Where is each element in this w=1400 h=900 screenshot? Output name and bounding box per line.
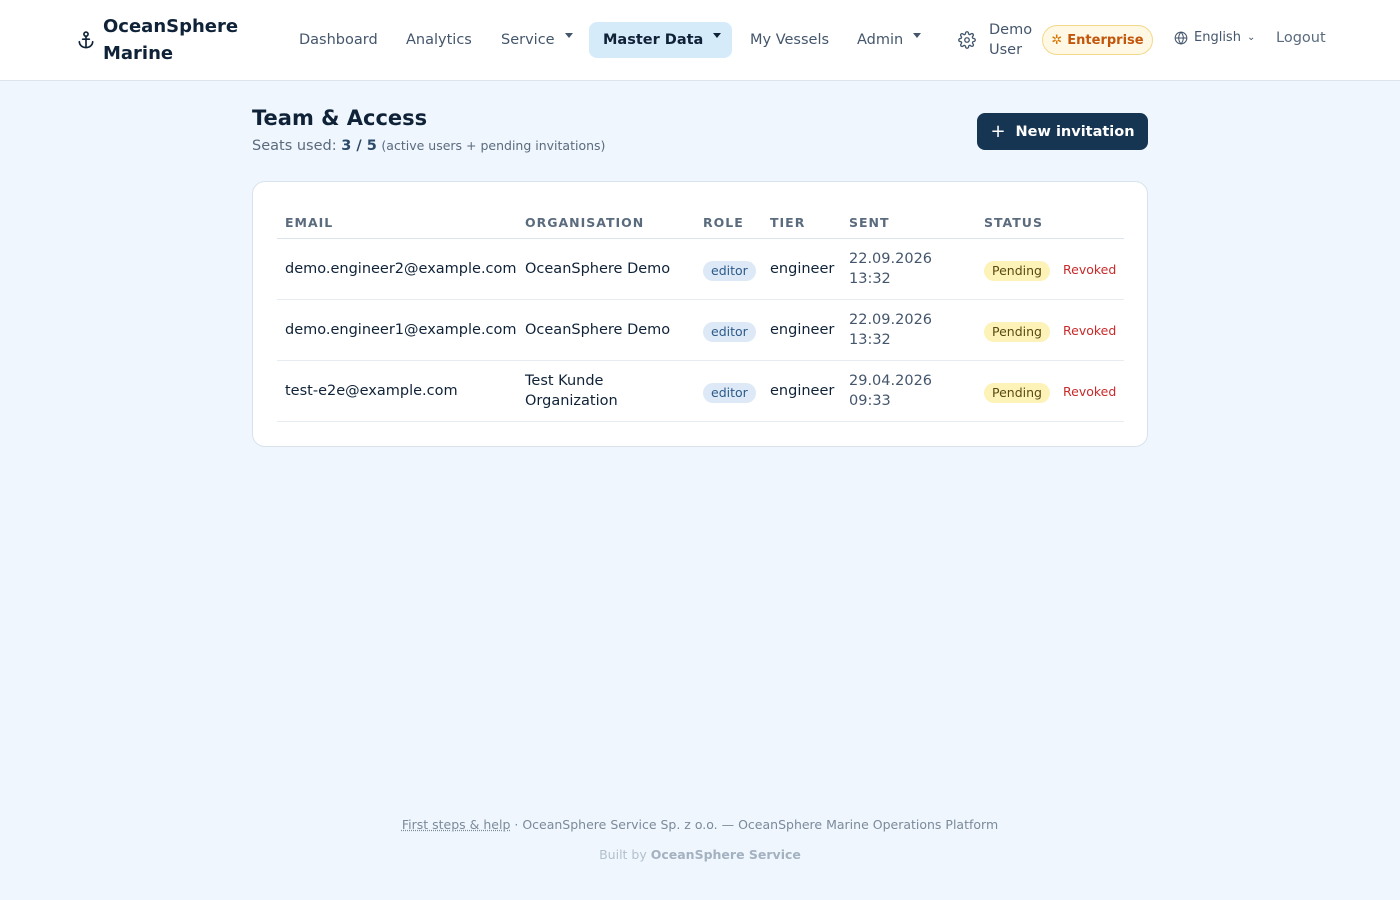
new-invitation-button[interactable]: + New invitation <box>977 113 1148 150</box>
built-by-prefix: Built by <box>599 847 651 862</box>
footer-links: First steps & help · OceanSphere Service… <box>0 817 1400 832</box>
role-badge: editor <box>703 261 756 281</box>
nav-analytics[interactable]: Analytics <box>392 22 486 58</box>
nav-dashboard[interactable]: Dashboard <box>285 22 392 58</box>
role-badge: editor <box>703 322 756 342</box>
sent-cell: 29.04.2026 09:33 <box>849 373 933 409</box>
table-row: test-e2e@example.com Test Kunde Organiza… <box>277 361 1124 422</box>
footer-company: · OceanSphere Service Sp. z o.o. — Ocean… <box>510 817 999 832</box>
seats-label: Seats used: <box>252 138 337 154</box>
caret-down-icon <box>913 32 922 38</box>
language-label: English <box>1194 30 1241 45</box>
nav-dashboard-label: Dashboard <box>299 32 378 48</box>
nav-service-label: Service <box>501 32 555 48</box>
column-header-status: STATUS <box>984 215 1043 230</box>
user-name[interactable]: Demo User <box>989 20 1037 60</box>
sent-cell: 22.09.2026 13:32 <box>849 312 933 348</box>
column-header-role: ROLE <box>703 215 744 230</box>
language-selector[interactable]: English ⌄ <box>1174 30 1255 45</box>
status-badge: Pending <box>984 322 1050 342</box>
nav-my-vessels-label: My Vessels <box>750 32 830 48</box>
sparkle-icon: ✲ <box>1051 32 1063 48</box>
top-navbar: OceanSphere Marine Dashboard Analytics S… <box>0 0 1400 81</box>
revoke-action[interactable]: Revoked <box>1063 262 1116 277</box>
nav-my-vessels[interactable]: My Vessels <box>736 22 843 58</box>
help-link[interactable]: First steps & help <box>402 817 511 832</box>
table-row: demo.engineer1@example.com OceanSphere D… <box>277 300 1124 361</box>
caret-down-icon <box>564 32 573 38</box>
brand[interactable]: OceanSphere Marine <box>76 13 243 67</box>
seats-used: Seats used: 3 / 5 (active users + pendin… <box>252 138 605 154</box>
caret-down-icon <box>713 32 722 38</box>
revoke-action[interactable]: Revoked <box>1063 323 1116 338</box>
status-badge: Pending <box>984 383 1050 403</box>
invitations-card: EMAIL ORGANISATION ROLE TIER SENT STATUS… <box>252 181 1148 447</box>
table-row: demo.engineer2@example.com OceanSphere D… <box>277 239 1124 300</box>
revoke-action[interactable]: Revoked <box>1063 384 1116 399</box>
column-header-sent: SENT <box>849 215 890 230</box>
email-cell: demo.engineer1@example.com <box>285 322 517 338</box>
page-title: Team & Access <box>252 106 428 130</box>
chevron-down-icon: ⌄ <box>1246 32 1256 43</box>
anchor-icon <box>76 30 96 50</box>
plan-badge: ✲ Enterprise <box>1042 25 1153 55</box>
new-invitation-label: New invitation <box>1015 123 1135 140</box>
nav-admin-label: Admin <box>857 32 904 48</box>
nav-master-data-label: Master Data <box>603 32 704 48</box>
organisation-cell: OceanSphere Demo <box>525 322 671 338</box>
brand-name: OceanSphere Marine <box>103 16 239 64</box>
column-header-organisation: ORGANISATION <box>525 215 645 230</box>
nav-service[interactable]: Service <box>487 22 587 58</box>
nav-analytics-label: Analytics <box>406 32 472 48</box>
tier-cell: engineer <box>770 261 835 277</box>
status-badge: Pending <box>984 261 1050 281</box>
footer-built-by: Built by OceanSphere Service <box>0 847 1400 862</box>
role-badge: editor <box>703 383 756 403</box>
email-cell: test-e2e@example.com <box>285 383 458 399</box>
plan-badge-label: Enterprise <box>1067 32 1144 48</box>
logout-link[interactable]: Logout <box>1276 30 1326 46</box>
gear-icon[interactable] <box>958 31 976 49</box>
seats-count: 3 / 5 <box>341 138 377 154</box>
column-header-email: EMAIL <box>285 215 334 230</box>
globe-icon <box>1174 30 1188 45</box>
tier-cell: engineer <box>770 383 835 399</box>
email-cell: demo.engineer2@example.com <box>285 261 517 277</box>
organisation-cell: OceanSphere Demo <box>525 261 671 277</box>
tier-cell: engineer <box>770 322 835 338</box>
nav-master-data[interactable]: Master Data <box>589 22 732 58</box>
organisation-cell: Test Kunde Organization <box>525 373 618 409</box>
plus-icon: + <box>990 120 1006 142</box>
seats-hint: (active users + pending invitations) <box>381 138 606 153</box>
built-by-company: OceanSphere Service <box>650 847 801 862</box>
nav-admin[interactable]: Admin <box>843 22 935 58</box>
column-header-tier: TIER <box>770 215 806 230</box>
sent-cell: 22.09.2026 13:32 <box>849 251 933 287</box>
